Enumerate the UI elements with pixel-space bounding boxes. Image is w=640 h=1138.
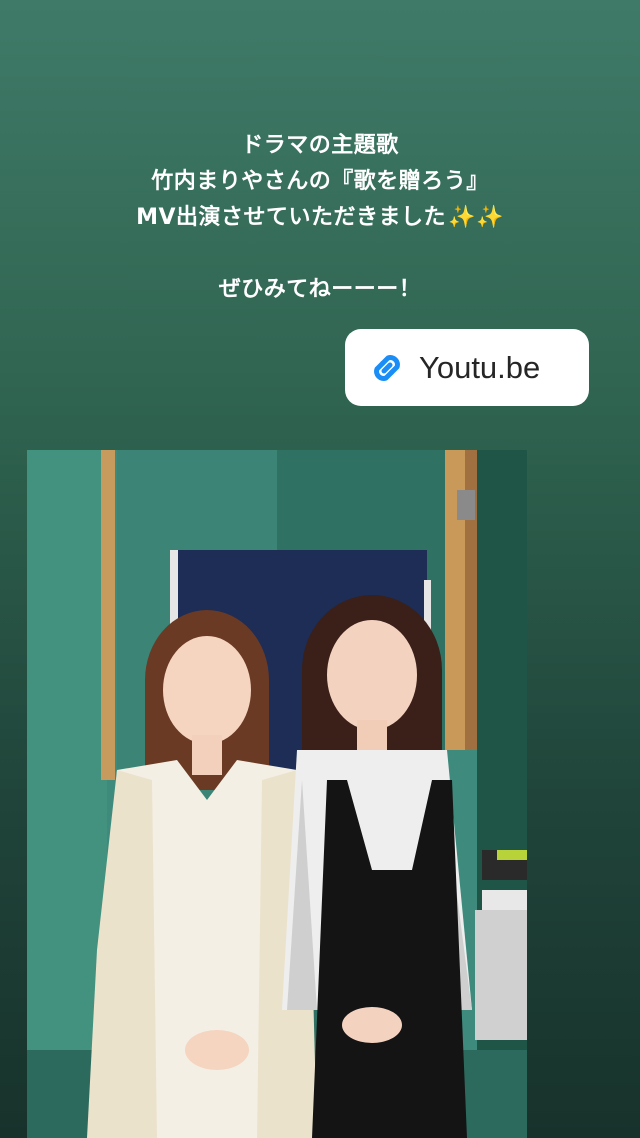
link-icon [365,346,409,390]
story-caption: ドラマの主題歌 竹内まりやさんの『歌を贈ろう』 MV出演させていただきました✨✨… [0,128,640,308]
sparkles-emoji: ✨✨ [448,205,504,230]
studio-photo [27,450,527,1138]
caption-line-2: 竹内まりやさんの『歌を贈ろう』 [151,169,489,194]
caption-line-3: MV出演させていただきました✨✨ [0,200,640,236]
caption-line-4: ぜひみてねーーー！ [218,277,422,302]
caption-line-3-text: MV出演させていただきました [136,205,447,230]
link-label: Youtu.be [419,349,541,385]
caption-line-1: ドラマの主題歌 [241,133,399,158]
link-sticker[interactable]: Youtu.be [345,329,589,406]
